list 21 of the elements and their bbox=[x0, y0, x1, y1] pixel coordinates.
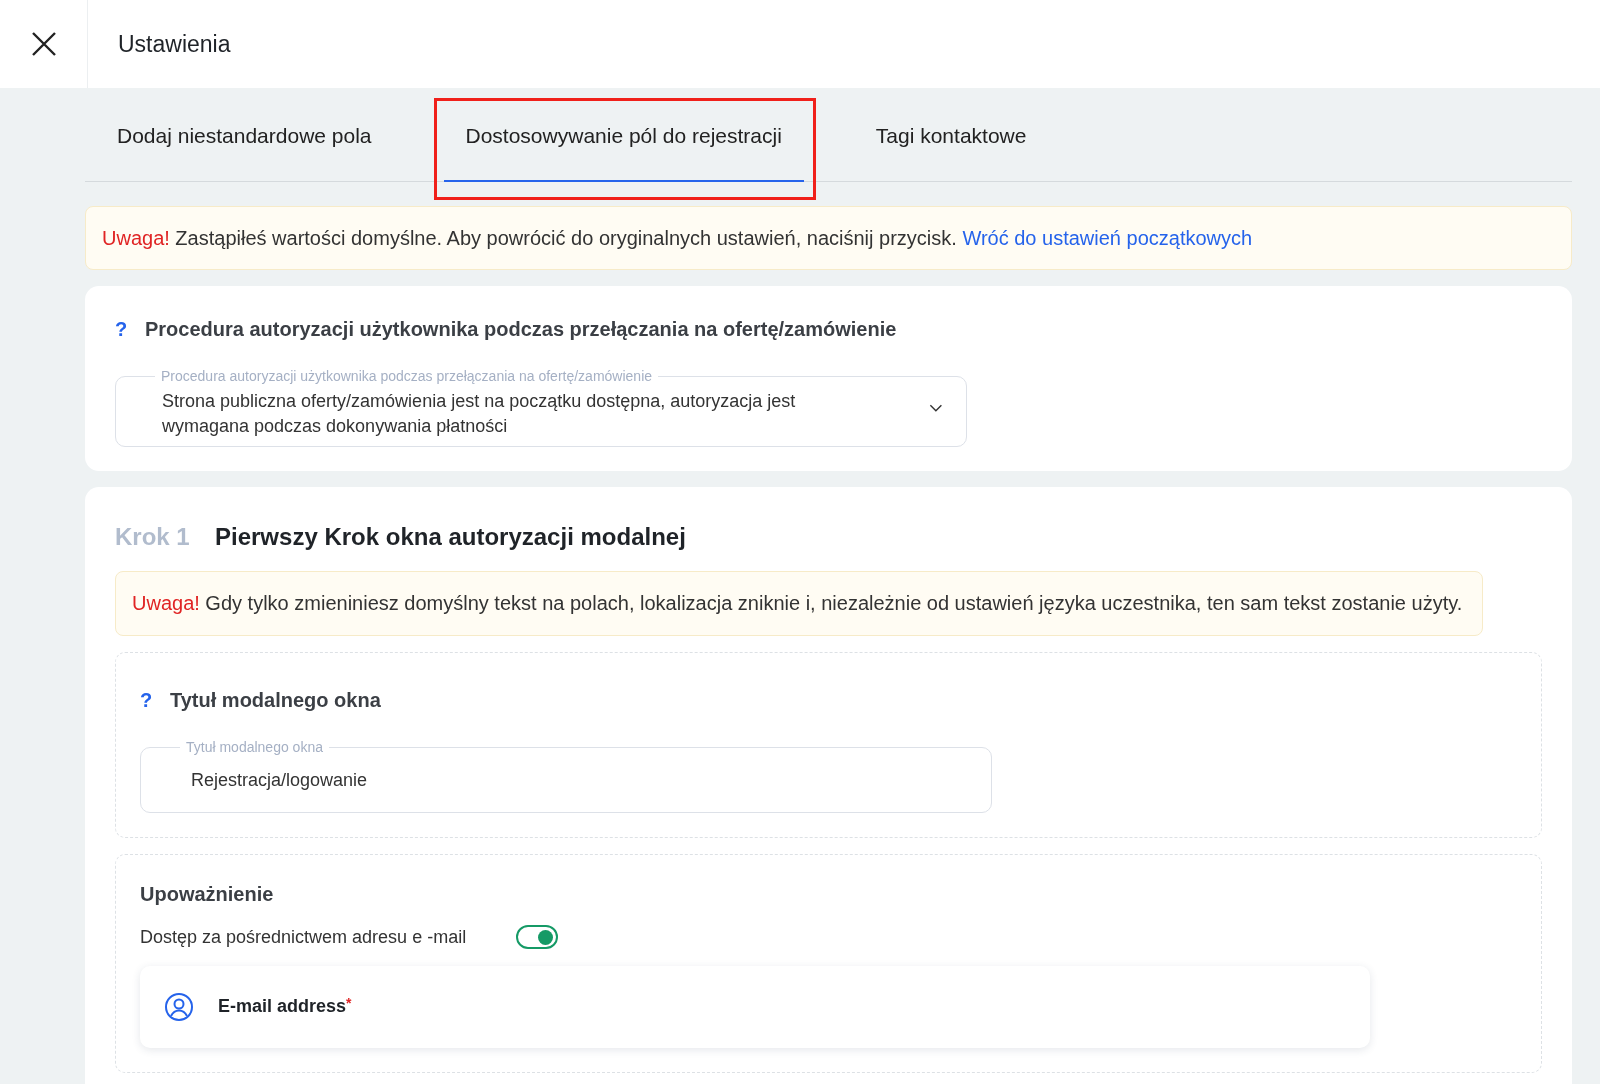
text-field[interactable]: Tytuł modalnego okna Rejestracja/logowanie bbox=[140, 738, 992, 813]
tab[interactable]: Dostosowywanie pól do rejestracji bbox=[443, 88, 804, 182]
tab[interactable]: Dodaj niestandardowe pola bbox=[95, 88, 394, 182]
tab[interactable]: Tagi kontaktowe bbox=[853, 88, 1049, 182]
user-icon bbox=[164, 991, 194, 1022]
help-icon[interactable]: ? bbox=[140, 684, 170, 715]
step-title: Pierwszy Krok okna autoryzacji modalnej bbox=[215, 521, 686, 552]
section-title: Procedura autoryzacji użytkownika podczas przełączania na ofertę/zamówienie bbox=[145, 316, 897, 342]
warning-message: Uwaga! Zastąpiłeś wartości domyślne. Aby powrócić do oryginalnych ustawień, naciśnij przycisk. Wróć do ustawień początkowych bbox=[85, 205, 1572, 270]
step-number: Krok 1 bbox=[115, 521, 191, 552]
page-title: Ustawienia bbox=[117, 29, 231, 59]
warning-message: Uwaga! Gdy tylko zmieniniesz domyślny tekst na polach, lokalizacja zniknie i, niezależnie od ustawień języka uczestnika, ten sam tekst zostanie użyty. bbox=[115, 570, 1483, 636]
toggle-switch[interactable] bbox=[516, 925, 558, 949]
close-icon[interactable] bbox=[30, 31, 57, 57]
select-field[interactable]: Procedura autoryzacji użytkownika podczas przełączania na ofertę/zamówienie Strona publiczna oferty/zamówienia jest na początku dostępna, autoryzacja jest wymagana podczas dokonywania płatności bbox=[115, 367, 967, 447]
reset-link[interactable]: Wróć do ustawień początkowych bbox=[962, 226, 1253, 249]
help-icon[interactable]: ? bbox=[115, 313, 145, 344]
field-label: E-mail address* bbox=[218, 994, 352, 1018]
toggle-label: Dostęp za pośrednictwem adresu e -mail bbox=[140, 925, 468, 949]
section-title: Upoważnienie bbox=[140, 881, 275, 907]
section-title: Tytuł modalnego okna bbox=[170, 687, 381, 713]
